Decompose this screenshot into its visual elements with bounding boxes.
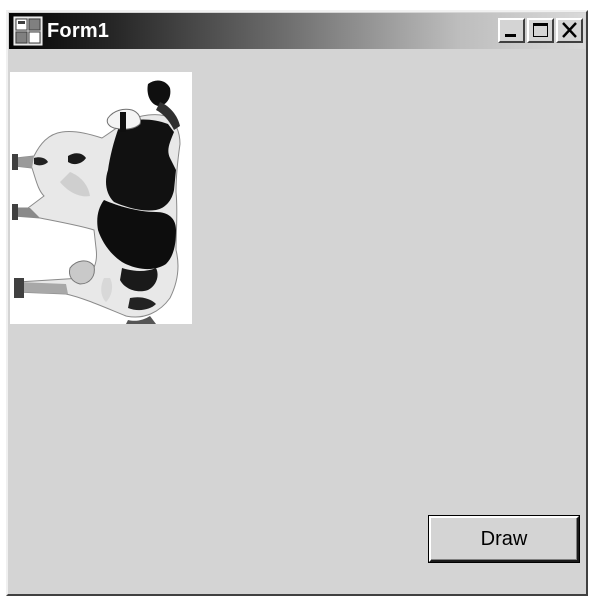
- draw-button[interactable]: Draw: [429, 516, 579, 562]
- title-buttons: [498, 18, 583, 44]
- title-bar[interactable]: Form1: [9, 13, 585, 49]
- maximize-icon: [533, 23, 548, 37]
- app-icon[interactable]: [13, 16, 43, 46]
- minimize-icon: [505, 34, 516, 37]
- form1-window: Form1 Draw: [6, 10, 588, 596]
- close-button[interactable]: [556, 18, 583, 43]
- cow-image: [10, 72, 192, 324]
- form-client-area: Draw: [8, 50, 586, 594]
- minimize-button[interactable]: [498, 18, 525, 43]
- close-icon: [562, 22, 577, 38]
- maximize-button[interactable]: [527, 18, 554, 43]
- window-title: Form1: [47, 20, 110, 42]
